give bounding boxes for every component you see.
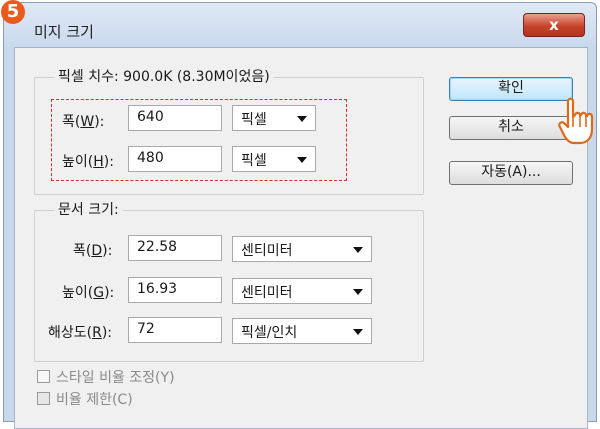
resolution-unit-select[interactable]: 픽셀/인치 [232, 318, 372, 344]
close-button[interactable]: x [523, 13, 585, 37]
close-icon: x [549, 16, 559, 34]
pixel-height-unit-select[interactable]: 픽셀 [232, 146, 316, 172]
chevron-down-icon [297, 157, 307, 163]
scale-styles-checkbox[interactable] [37, 370, 50, 383]
scale-styles-label: 스타일 비율 조정(Y) [56, 370, 175, 386]
constrain-proportions-label: 비율 제한(C) [56, 392, 133, 408]
chevron-down-icon [353, 289, 363, 295]
hand-pointer-icon [558, 97, 594, 145]
document-size-legend: 문서 크기: [54, 199, 123, 219]
step-number-badge: 5 [1, 0, 25, 24]
pixel-height-input[interactable]: 480 [128, 146, 222, 172]
doc-height-unit-value: 센티미터 [241, 285, 293, 301]
pixel-width-unit-select[interactable]: 픽셀 [232, 105, 316, 131]
doc-height-input[interactable]: 16.93 [128, 277, 222, 303]
chevron-down-icon [353, 329, 363, 335]
resolution-unit-value: 픽셀/인치 [241, 325, 298, 341]
doc-width-input[interactable]: 22.58 [128, 235, 222, 261]
pixel-width-input[interactable]: 640 [128, 105, 222, 131]
pixel-width-label: 폭(W): [62, 114, 105, 130]
chevron-down-icon [353, 247, 363, 253]
ok-button[interactable]: 확인 [449, 77, 573, 101]
doc-width-label: 폭(D): [73, 243, 113, 259]
doc-width-unit-value: 센티미터 [241, 243, 293, 259]
doc-width-unit-select[interactable]: 센티미터 [232, 236, 372, 262]
cancel-button[interactable]: 취소 [449, 116, 573, 140]
resolution-input[interactable]: 72 [128, 317, 222, 343]
pixel-height-label: 높이(H): [62, 154, 114, 170]
doc-height-label: 높이(G): [62, 285, 115, 301]
chevron-down-icon [297, 116, 307, 122]
pixel-dimensions-legend: 픽셀 치수: 900.0K (8.30M이었음) [54, 66, 274, 86]
auto-button[interactable]: 자동(A)... [449, 161, 573, 185]
resolution-label: 해상도(R): [48, 325, 113, 341]
doc-height-unit-select[interactable]: 센티미터 [232, 278, 372, 304]
dialog-title: 미지 크기 [34, 23, 94, 41]
pixel-width-unit-value: 픽셀 [241, 112, 267, 128]
pixel-height-unit-value: 픽셀 [241, 153, 267, 169]
